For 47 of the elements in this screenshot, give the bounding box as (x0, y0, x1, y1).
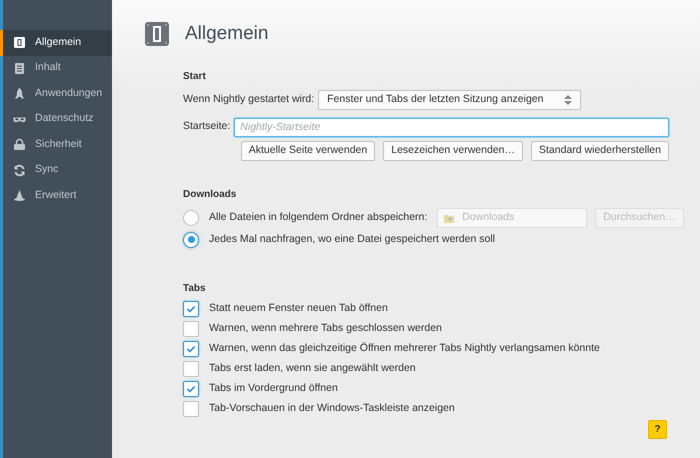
section-heading: Tabs (183, 282, 207, 296)
document-icon (13, 62, 26, 75)
radio-button[interactable] (183, 210, 199, 226)
folder-icon (444, 212, 454, 222)
rocket-icon (13, 87, 26, 100)
field-label: Wenn Nightly gestartet wird: (183, 92, 314, 107)
sidebar-item[interactable]: Sicherheit (0, 132, 112, 158)
option-label: Tab-Vorschauen in der Windows-Taskleiste anzeigen (209, 400, 455, 416)
option-label: Alle Dateien in folgendem Ordner abspeichern: (209, 210, 428, 225)
action-button[interactable]: Lesezeichen verwenden… (383, 140, 523, 160)
option-label: Warnen, wenn das gleichzeitige Öffnen mehrerer Tabs Nightly verlangsamen könnte (209, 340, 600, 356)
checkbox[interactable] (183, 340, 199, 356)
section-heading: Start (183, 70, 207, 84)
checkmark-icon (186, 384, 196, 394)
homepage-field[interactable]: Nightly-Startseite (234, 118, 669, 136)
page-title: Allgemein (185, 22, 268, 46)
section-heading: Downloads (183, 188, 238, 202)
option-label: Jedes Mal nachfragen, wo eine Datei gespeichert werden soll (209, 232, 495, 247)
sidebar-item[interactable]: Sync (0, 158, 112, 183)
option-label: Tabs im Vordergrund öffnen (209, 380, 338, 396)
checkbox[interactable] (183, 320, 199, 336)
action-button[interactable]: Standard wiederherstellen (531, 140, 669, 160)
field-label: Startseite: (183, 119, 230, 134)
option-label: Tabs erst laden, wenn sie angewählt werden (209, 360, 416, 376)
checkbox[interactable] (183, 300, 199, 316)
action-button[interactable]: Aktuelle Seite verwenden (240, 140, 376, 160)
help-button[interactable]: ? (648, 420, 667, 439)
sidebar-item[interactable]: Inhalt (0, 56, 112, 81)
checkbox[interactable] (183, 400, 199, 416)
checkmark-icon (186, 304, 196, 314)
padlock-icon (13, 138, 26, 152)
general-icon (13, 36, 26, 50)
checkbox[interactable] (183, 360, 199, 376)
option-label: Statt neuem Fenster neuen Tab öffnen (209, 300, 388, 316)
sidebar-item[interactable]: Erweitert (0, 183, 112, 208)
sidebar-item[interactable]: Anwendungen (0, 81, 112, 106)
checkbox[interactable] (183, 380, 199, 396)
startup-select[interactable]: Fenster und Tabs der letzten Sitzung anzeigen (318, 90, 580, 110)
updown-arrows-icon (564, 94, 572, 104)
wizard-hat-icon (13, 189, 26, 202)
radio-button[interactable] (183, 232, 199, 248)
sidebar-item[interactable]: Datenschutz (0, 106, 112, 132)
checkmark-icon (186, 344, 196, 354)
general-icon (145, 22, 169, 46)
sync-icon (13, 164, 26, 177)
sidebar-item[interactable]: Allgemein (0, 30, 112, 56)
option-label: Warnen, wenn mehrere Tabs geschlossen werden (209, 320, 442, 336)
